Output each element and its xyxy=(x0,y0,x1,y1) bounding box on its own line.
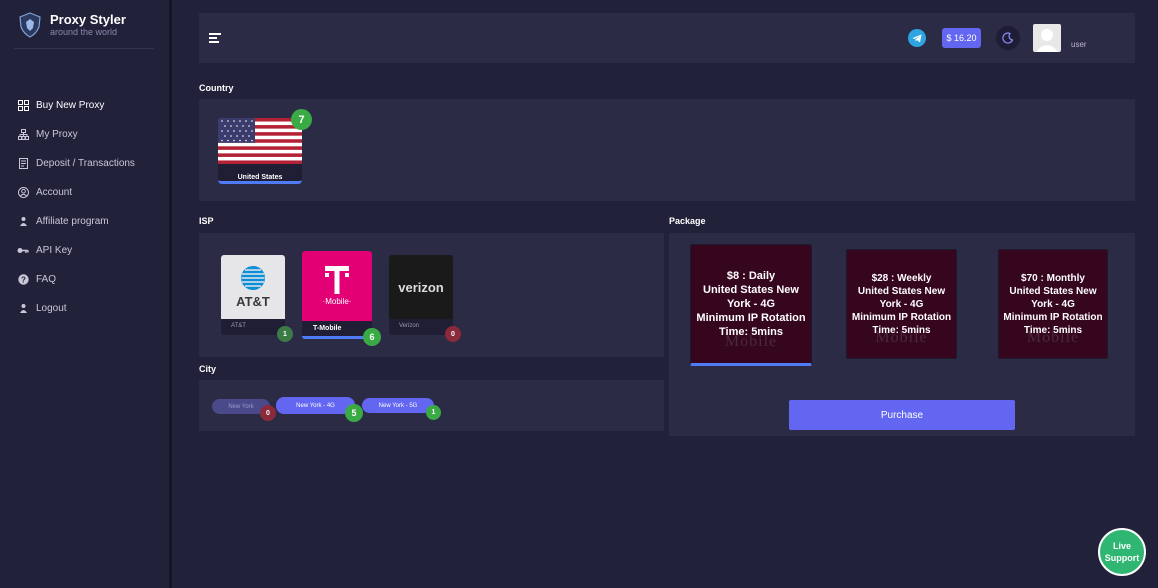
network-icon xyxy=(17,129,29,141)
package-line: $28 : Weekly xyxy=(871,272,932,284)
question-icon: ? xyxy=(17,274,29,286)
sidebar: Proxy Styler around the world Buy New Pr… xyxy=(0,0,172,588)
live-support-button[interactable]: Live Support xyxy=(1098,528,1146,576)
nav-item-my-proxy[interactable]: My Proxy xyxy=(17,120,167,149)
divider xyxy=(14,48,154,49)
nav-label: FAQ xyxy=(36,274,57,285)
nav-item-affiliate-program[interactable]: Affiliate program xyxy=(17,207,167,236)
section-label-isp: ISP xyxy=(199,216,214,226)
nav-label: My Proxy xyxy=(36,129,78,140)
brand-title: Proxy Styler xyxy=(50,12,126,27)
nav-label: Logout xyxy=(36,303,67,314)
package-line: $70 : Monthly xyxy=(1021,272,1085,284)
verizon-logo-icon: verizon xyxy=(389,255,453,319)
nav-item-account[interactable]: Account xyxy=(17,178,167,207)
isp-card-att[interactable]: AT&T AT&T xyxy=(221,255,285,335)
isp-count-badge: 0 xyxy=(445,326,461,342)
nav-item-logout[interactable]: Logout xyxy=(17,294,167,323)
package-line: York - 4G xyxy=(879,298,924,310)
live-support-label: Live xyxy=(1112,541,1131,551)
shield-logo-icon xyxy=(19,12,41,38)
city-count-badge: 1 xyxy=(426,405,441,420)
isp-card-verizon[interactable]: verizon Verizon xyxy=(389,255,453,335)
svg-text:?: ? xyxy=(21,275,26,284)
key-icon xyxy=(17,245,29,257)
telegram-icon[interactable] xyxy=(908,29,926,47)
package-line: United States New xyxy=(857,285,946,297)
isp-count-badge: 6 xyxy=(363,328,381,346)
brand-subtitle: around the world xyxy=(50,27,118,37)
tmobile-logo-icon: ·Mobile· xyxy=(302,251,372,321)
live-support-label: Support xyxy=(1104,553,1140,563)
city-count-badge: 5 xyxy=(345,404,363,422)
username: user xyxy=(1071,40,1087,49)
user-circle-icon xyxy=(17,187,29,199)
nav-label: API Key xyxy=(36,245,73,256)
nav-label: Account xyxy=(36,187,73,198)
affiliate-icon xyxy=(17,216,29,228)
nav-label: Buy New Proxy xyxy=(36,100,105,111)
brand[interactable]: Proxy Styler around the world xyxy=(18,12,126,38)
package-line: Minimum IP Rotation xyxy=(696,312,806,324)
moon-icon[interactable] xyxy=(996,26,1020,50)
isp-name: AT&T xyxy=(231,323,246,329)
avatar[interactable] xyxy=(1033,24,1061,52)
country-count-badge: 7 xyxy=(291,109,312,130)
isp-name: T-Mobile xyxy=(313,325,342,332)
city-count-badge: 0 xyxy=(260,405,276,421)
package-line: Minimum IP Rotation xyxy=(851,311,952,323)
sidebar-nav: Buy New Proxy My Proxy Deposit / Transac… xyxy=(17,91,167,323)
isp-logo-text: AT&T xyxy=(236,294,270,309)
package-line: Time: 5mins xyxy=(1023,324,1083,336)
city-pill-new-york-4g[interactable]: New York - 4G xyxy=(276,397,355,414)
nav-label: Deposit / Transactions xyxy=(36,158,135,169)
isp-logo-text: verizon xyxy=(398,279,444,295)
country-name: United States xyxy=(237,174,283,181)
package-line: Time: 5mins xyxy=(719,326,783,338)
section-label-package: Package xyxy=(669,216,706,226)
grid-icon xyxy=(17,100,29,112)
city-pill-new-york-5g[interactable]: New York - 5G xyxy=(362,398,434,413)
isp-name: Verizon xyxy=(399,323,420,329)
balance-badge[interactable]: $ 16.20 xyxy=(942,28,981,48)
package-line: York - 4G xyxy=(726,298,776,310)
us-flag-icon xyxy=(218,118,302,164)
menu-toggle-icon[interactable] xyxy=(209,33,221,45)
nav-item-buy-new-proxy[interactable]: Buy New Proxy xyxy=(17,91,167,120)
package-line: United States New xyxy=(1009,285,1097,297)
package-line: United States New xyxy=(703,284,799,296)
package-card-weekly[interactable]: Mobile $28 : Weekly United States New Yo… xyxy=(846,249,957,359)
isp-card-tmobile[interactable]: ·Mobile· T-Mobile xyxy=(302,251,372,339)
package-card-monthly[interactable]: Mobile $70 : Monthly United States New Y… xyxy=(998,249,1108,359)
package-card-daily[interactable]: Mobile $8 : Daily United States New York… xyxy=(690,244,812,366)
package-line: York - 4G xyxy=(1031,298,1075,310)
nav-label: Affiliate program xyxy=(36,216,109,227)
att-logo-icon: AT&T xyxy=(221,255,285,319)
section-label-country: Country xyxy=(199,83,234,93)
section-label-city: City xyxy=(199,364,217,374)
isp-count-badge: 1 xyxy=(277,326,293,342)
country-card-united-states[interactable]: United States xyxy=(218,118,302,184)
logout-icon xyxy=(17,303,29,315)
nav-item-api-key[interactable]: API Key xyxy=(17,236,167,265)
top-bar: $ 16.20 user xyxy=(199,13,1135,63)
receipt-icon xyxy=(17,158,29,170)
purchase-button[interactable]: Purchase xyxy=(789,400,1015,430)
package-line: Minimum IP Rotation xyxy=(1003,311,1103,323)
country-panel xyxy=(199,99,1135,201)
package-line: $8 : Daily xyxy=(726,270,776,282)
isp-logo-text: ·Mobile· xyxy=(322,297,352,306)
nav-item-faq[interactable]: ? FAQ xyxy=(17,265,167,294)
nav-item-deposit-transactions[interactable]: Deposit / Transactions xyxy=(17,149,167,178)
package-line: Time: 5mins xyxy=(872,324,931,336)
